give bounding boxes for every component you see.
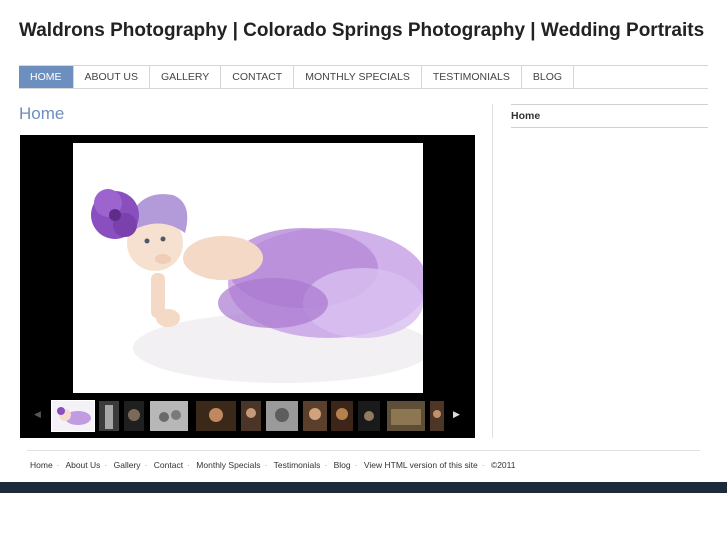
thumbnail[interactable] bbox=[150, 401, 188, 431]
page-title: Home bbox=[19, 104, 65, 123]
nav-item-gallery[interactable]: Gallery bbox=[150, 66, 222, 88]
footer-separator: · bbox=[187, 460, 190, 470]
baby-photo-image bbox=[73, 143, 423, 393]
thumbnail[interactable] bbox=[266, 401, 298, 431]
thumbnail[interactable] bbox=[196, 401, 236, 431]
site-title: Waldrons Photography | Colorado Springs … bbox=[19, 20, 705, 41]
footer-link-testimonials[interactable]: Testimonials bbox=[274, 460, 321, 470]
footer-link-blog[interactable]: Blog bbox=[334, 460, 351, 470]
nav-item-blog[interactable]: Blog bbox=[522, 66, 575, 88]
photo-slideshow: ◀ ▶ bbox=[20, 135, 475, 438]
thumbnail[interactable] bbox=[303, 401, 327, 431]
bottom-bar bbox=[0, 482, 727, 493]
footer-link-about-us[interactable]: About Us bbox=[65, 460, 100, 470]
footer: Home · About Us · Gallery · Contact · Monthl… bbox=[30, 460, 515, 470]
footer-separator: · bbox=[144, 460, 148, 470]
footer-divider bbox=[27, 450, 700, 451]
thumbnail[interactable] bbox=[387, 401, 425, 431]
nav-item-home[interactable]: Home bbox=[19, 66, 74, 88]
chevron-left-icon[interactable]: ◀ bbox=[34, 409, 41, 420]
thumbnail[interactable] bbox=[358, 401, 380, 431]
footer-separator: · bbox=[264, 460, 268, 470]
footer-link-html-version[interactable]: View HTML version of this site bbox=[364, 460, 478, 470]
chevron-right-icon[interactable]: ▶ bbox=[453, 409, 460, 420]
thumbnail[interactable] bbox=[124, 401, 144, 431]
thumbnail[interactable] bbox=[99, 401, 119, 431]
thumbnail[interactable] bbox=[51, 400, 95, 432]
footer-separator: · bbox=[104, 460, 108, 470]
main-nav: Home About Us Gallery Contact Monthly Sp… bbox=[19, 65, 708, 89]
nav-item-testimonials[interactable]: Testimonials bbox=[422, 66, 522, 88]
footer-link-monthly-specials[interactable]: Monthly Specials bbox=[196, 460, 260, 470]
footer-link-home[interactable]: Home bbox=[30, 460, 53, 470]
footer-copyright: ©2011 bbox=[490, 460, 516, 470]
nav-item-contact[interactable]: Contact bbox=[221, 66, 295, 88]
thumbnail[interactable] bbox=[241, 401, 261, 431]
footer-separator: · bbox=[354, 460, 358, 470]
footer-link-contact[interactable]: Contact bbox=[154, 460, 183, 470]
nav-item-about-us[interactable]: About Us bbox=[74, 66, 150, 88]
sidebar-menu: Home bbox=[511, 104, 708, 128]
footer-separator: · bbox=[324, 460, 328, 470]
footer-separator: · bbox=[481, 460, 485, 470]
main-photo[interactable] bbox=[73, 143, 423, 393]
thumbnail[interactable] bbox=[331, 401, 353, 431]
sidebar-item-home[interactable]: Home bbox=[511, 105, 708, 127]
thumbnail[interactable] bbox=[430, 401, 444, 431]
footer-separator: · bbox=[56, 460, 60, 470]
thumbnail-strip: ◀ ▶ bbox=[20, 399, 475, 433]
footer-link-gallery[interactable]: Gallery bbox=[114, 460, 141, 470]
column-divider bbox=[492, 104, 493, 438]
nav-item-monthly-specials[interactable]: Monthly Specials bbox=[294, 66, 422, 88]
